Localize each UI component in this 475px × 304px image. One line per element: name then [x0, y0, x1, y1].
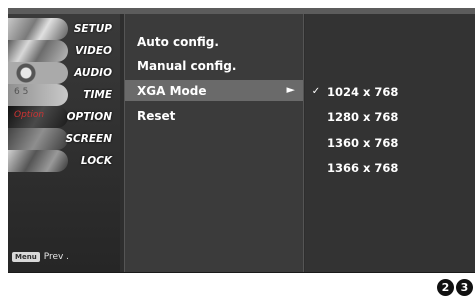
- sidebar-item-video[interactable]: VIDEO: [8, 40, 120, 62]
- menu-item-xga-mode[interactable]: XGA Mode ►: [125, 80, 303, 101]
- video-thumbnail-icon: [8, 40, 68, 62]
- step-badge-2: 2: [437, 279, 454, 296]
- resolution-label: 1366 x 768: [327, 160, 399, 175]
- sidebar-item-option[interactable]: Option OPTION: [8, 106, 120, 128]
- prev-label: Prev .: [43, 252, 70, 262]
- check-icon: ✓: [311, 86, 321, 97]
- menu-item-reset[interactable]: Reset: [125, 105, 303, 126]
- sidebar-item-setup[interactable]: SETUP: [8, 18, 120, 40]
- prev-hint: Menu Prev .: [12, 252, 69, 262]
- setup-thumbnail-icon: [8, 18, 68, 40]
- sidebar-item-label: SCREEN: [65, 133, 113, 145]
- menu-item-label: XGA Mode: [137, 83, 207, 98]
- step-badge-3: 3: [456, 279, 473, 296]
- resolution-label: 1024 x 768: [327, 84, 399, 99]
- sidebar-item-screen[interactable]: SCREEN: [8, 128, 120, 150]
- menu-item-label: Auto config.: [137, 34, 219, 49]
- sidebar-item-label: OPTION: [66, 111, 112, 123]
- xga-mode-submenu: ✓ 1024 x 768 1280 x 768 1360 x 768 1366 …: [305, 14, 475, 272]
- clock-numbers: 6 5: [14, 87, 29, 97]
- sidebar-item-label: SETUP: [73, 23, 112, 35]
- resolution-option-1024x768[interactable]: ✓ 1024 x 768: [305, 81, 475, 102]
- screen-thumbnail-icon: [8, 128, 68, 150]
- speaker-thumbnail-icon: [8, 62, 68, 84]
- menu-item-label: Manual config.: [137, 58, 237, 73]
- setup-menu: Auto config. Manual config. XGA Mode ► R…: [124, 14, 304, 272]
- sidebar-item-label: AUDIO: [74, 67, 112, 79]
- menu-item-manual-config[interactable]: Manual config.: [125, 55, 303, 76]
- resolution-label: 1280 x 768: [327, 109, 399, 124]
- osd-window: SETUP VIDEO AUDIO 6 5 TIME Option OPTION: [8, 14, 475, 273]
- option-thumbnail-text: Option: [14, 110, 45, 120]
- menu-key-icon: Menu: [12, 252, 40, 262]
- menu-item-auto-config[interactable]: Auto config.: [125, 31, 303, 52]
- sidebar-item-time[interactable]: 6 5 TIME: [8, 84, 120, 106]
- lock-thumbnail-icon: [8, 150, 68, 172]
- sidebar-item-label: TIME: [83, 89, 112, 101]
- arrow-right-icon: ►: [286, 83, 295, 96]
- menu-item-label: Reset: [137, 108, 176, 123]
- resolution-label: 1360 x 768: [327, 135, 399, 150]
- resolution-option-1366x768[interactable]: 1366 x 768: [305, 157, 475, 178]
- resolution-option-1280x768[interactable]: 1280 x 768: [305, 106, 475, 127]
- tv-screen: SETUP VIDEO AUDIO 6 5 TIME Option OPTION: [0, 0, 475, 273]
- sidebar-item-lock[interactable]: LOCK: [8, 150, 120, 172]
- category-sidebar: SETUP VIDEO AUDIO 6 5 TIME Option OPTION: [8, 14, 120, 272]
- sidebar-item-audio[interactable]: AUDIO: [8, 62, 120, 84]
- sidebar-item-label: LOCK: [80, 155, 112, 167]
- step-badges: 2 3: [437, 279, 473, 296]
- resolution-option-1360x768[interactable]: 1360 x 768: [305, 132, 475, 153]
- sidebar-item-label: VIDEO: [75, 45, 112, 57]
